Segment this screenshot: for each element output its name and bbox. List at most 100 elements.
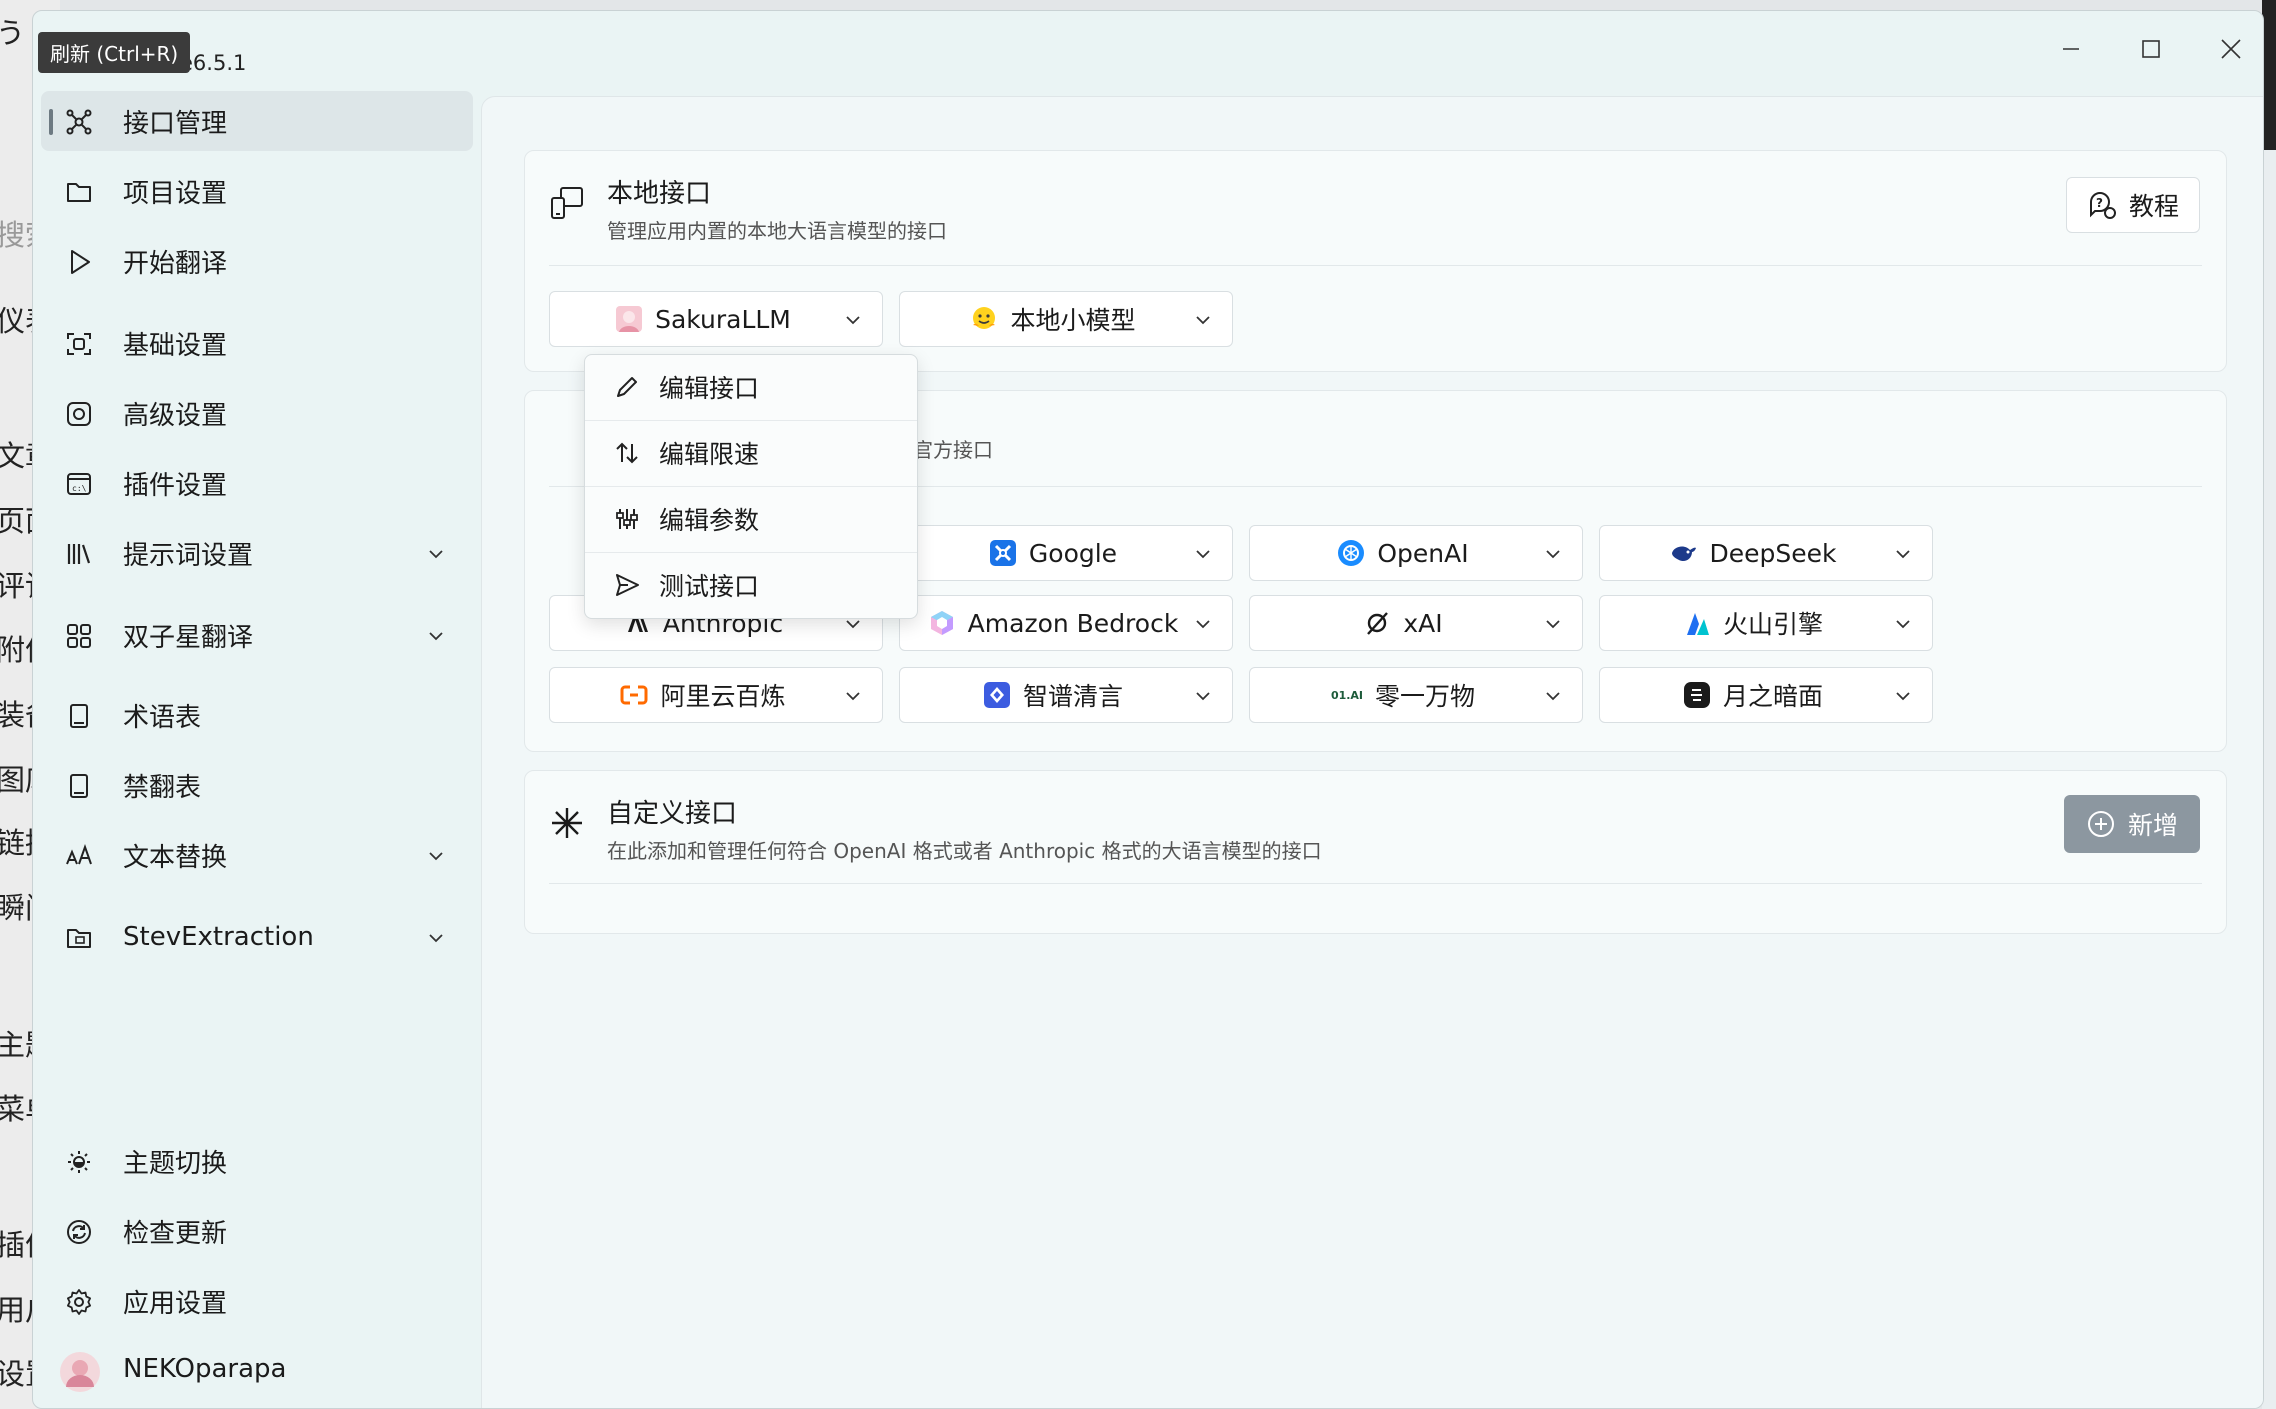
api-label: 本地小模型 <box>1010 306 1136 335</box>
api-dropdown-google[interactable]: Google <box>899 525 1233 581</box>
bg-fragment: う <box>0 16 26 50</box>
chevron-down-icon <box>1196 620 1210 629</box>
menu-item-label: 编辑参数 <box>659 506 760 535</box>
close-button[interactable] <box>2201 29 2261 69</box>
chevron-down-icon <box>1196 692 1210 701</box>
api-dropdown-zhipu[interactable]: 智谱清言 <box>899 667 1233 723</box>
minimize-button[interactable] <box>2041 29 2101 69</box>
chevron-down-icon <box>429 934 443 943</box>
card-title: 本地接口 <box>607 179 712 209</box>
menu-item-test-api[interactable]: 测试接口 <box>585 553 917 617</box>
api-dropdown-moonshot[interactable]: 月之暗面 <box>1599 667 1933 723</box>
openai-logo <box>1338 540 1365 566</box>
sidebar-item-label: 主题切换 <box>123 1148 228 1179</box>
menu-item-edit-rate-limit[interactable]: 编辑限速 <box>585 421 917 485</box>
sidebar-item-text-replace[interactable]: 文本替换 <box>41 825 473 885</box>
folder-icon <box>67 183 91 202</box>
sidebar-item-start-translation[interactable]: 开始翻译 <box>41 231 473 291</box>
deepseek-logo <box>1671 546 1696 562</box>
sidebar-item-basic-settings[interactable]: 基础设置 <box>41 313 473 373</box>
active-indicator <box>49 109 53 135</box>
sidebar-item-label: 项目设置 <box>123 178 228 209</box>
sidebar-item-label: 文本替换 <box>123 842 228 873</box>
send-icon <box>616 574 639 596</box>
background-edge <box>2262 150 2276 1409</box>
api-dropdown-deepseek[interactable]: DeepSeek <box>1599 525 1933 581</box>
sidebar-item-label: 双子星翻译 <box>123 622 254 653</box>
api-dropdown-local-small-model[interactable]: 本地小模型 <box>899 291 1233 347</box>
xai-logo <box>1367 612 1389 635</box>
api-label: xAI <box>1403 608 1443 638</box>
chevron-down-icon <box>429 550 443 559</box>
chevron-down-icon <box>1896 692 1910 701</box>
api-label: SakuraLLM <box>655 304 791 334</box>
api-dropdown-volcengine[interactable]: 火山引擎 <box>1599 595 1933 651</box>
add-custom-api-button[interactable]: 新增 <box>2064 795 2200 853</box>
app-window: e6.5.1 接口管理 项目设置 开始翻译 基础设置 高级设置 c:\ 插件设置… <box>32 10 2264 1409</box>
terminal-icon: c:\ <box>67 473 91 495</box>
api-dropdown-sakurallm[interactable]: SakuraLLM <box>549 291 883 347</box>
sidebar-item-stevextraction[interactable]: StevExtraction <box>41 907 473 967</box>
sidebar-item-check-update[interactable]: 检查更新 <box>41 1201 473 1261</box>
sidebar-item-plugin-settings[interactable]: c:\ 插件设置 <box>41 453 473 513</box>
sidebar-item-prompt-settings[interactable]: 提示词设置 <box>41 523 473 583</box>
sidebar-item-project-settings[interactable]: 项目设置 <box>41 161 473 221</box>
tutorial-button[interactable]: ? 教程 <box>2066 177 2200 233</box>
divider <box>549 265 2202 266</box>
context-menu: 编辑接口 编辑限速 编辑参数 测试接口 <box>584 354 918 619</box>
api-label: OpenAI <box>1377 538 1469 568</box>
chevron-down-icon <box>1546 692 1560 701</box>
pencil-icon <box>617 377 637 397</box>
sidebar-item-glossary[interactable]: 术语表 <box>41 685 473 745</box>
sidebar-item-advanced-settings[interactable]: 高级设置 <box>41 383 473 443</box>
local-api-card: 本地接口 管理应用内置的本地大语言模型的接口 ? 教程 SakuraLLM 本地… <box>524 150 2227 372</box>
sidebar-item-label: 高级设置 <box>123 400 228 431</box>
minimize-icon <box>2063 48 2079 50</box>
chevron-down-icon <box>429 632 443 641</box>
sidebar-item-app-settings[interactable]: 应用设置 <box>41 1271 473 1331</box>
devices-icon <box>551 187 583 219</box>
chevron-down-icon <box>1196 550 1210 559</box>
zhipu-logo <box>983 682 1010 708</box>
api-dropdown-amazon-bedrock[interactable]: Amazon Bedrock <box>899 595 1233 651</box>
target-icon <box>67 402 91 426</box>
card-description: 在此添加和管理任何符合 OpenAI 格式或者 Anthropic 格式的大语言… <box>607 839 1322 863</box>
sidebar-item-label: 提示词设置 <box>123 540 254 571</box>
chevron-down-icon <box>1896 550 1910 559</box>
moonshot-logo <box>1683 682 1710 708</box>
sakura-logo <box>616 306 643 332</box>
card-description: 管理应用内置的本地大语言模型的接口 <box>607 219 947 243</box>
sidebar-item-gemini-translate[interactable]: 双子星翻译 <box>41 605 473 665</box>
chevron-down-icon <box>429 852 443 861</box>
menu-item-edit-params[interactable]: 编辑参数 <box>585 487 917 551</box>
sidebar-item-no-translate-list[interactable]: 禁翻表 <box>41 755 473 815</box>
sidebar-item-theme-toggle[interactable]: 主题切换 <box>41 1131 473 1191</box>
menu-item-label: 编辑接口 <box>659 374 760 403</box>
sidebar: 接口管理 项目设置 开始翻译 基础设置 高级设置 c:\ 插件设置 提示词设置 <box>33 89 481 1408</box>
api-dropdown-xai[interactable]: xAI <box>1249 595 1583 651</box>
menu-item-edit-api[interactable]: 编辑接口 <box>585 355 917 419</box>
sidebar-item-label: 禁翻表 <box>123 772 202 803</box>
api-dropdown-01ai[interactable]: 01.AI 零一万物 <box>1249 667 1583 723</box>
sidebar-item-label: 接口管理 <box>123 108 228 139</box>
api-dropdown-aliyun-bailian[interactable]: 阿里云百炼 <box>549 667 883 723</box>
library-icon <box>67 544 91 564</box>
divider <box>549 883 2202 884</box>
api-dropdown-openai[interactable]: OpenAI <box>1249 525 1583 581</box>
add-circle-icon <box>2087 811 2114 837</box>
avatar <box>60 1352 100 1392</box>
api-label: Amazon Bedrock <box>967 608 1179 638</box>
api-label: DeepSeek <box>1709 538 1837 568</box>
sidebar-item-api-management[interactable]: 接口管理 <box>41 91 473 151</box>
brightness-icon <box>68 1151 90 1173</box>
sidebar-item-label: StevExtraction <box>123 922 314 952</box>
add-button-label: 新增 <box>2127 811 2178 840</box>
sidebar-item-label: 术语表 <box>123 702 202 733</box>
sidebar-item-user[interactable]: NEKOparapa <box>41 1339 473 1399</box>
play-icon <box>71 250 90 274</box>
sidebar-item-label: 开始翻译 <box>123 248 228 279</box>
hugging-face-logo <box>973 307 996 329</box>
gear-icon <box>67 1289 91 1315</box>
bedrock-logo <box>930 611 953 635</box>
maximize-button[interactable] <box>2121 29 2181 69</box>
